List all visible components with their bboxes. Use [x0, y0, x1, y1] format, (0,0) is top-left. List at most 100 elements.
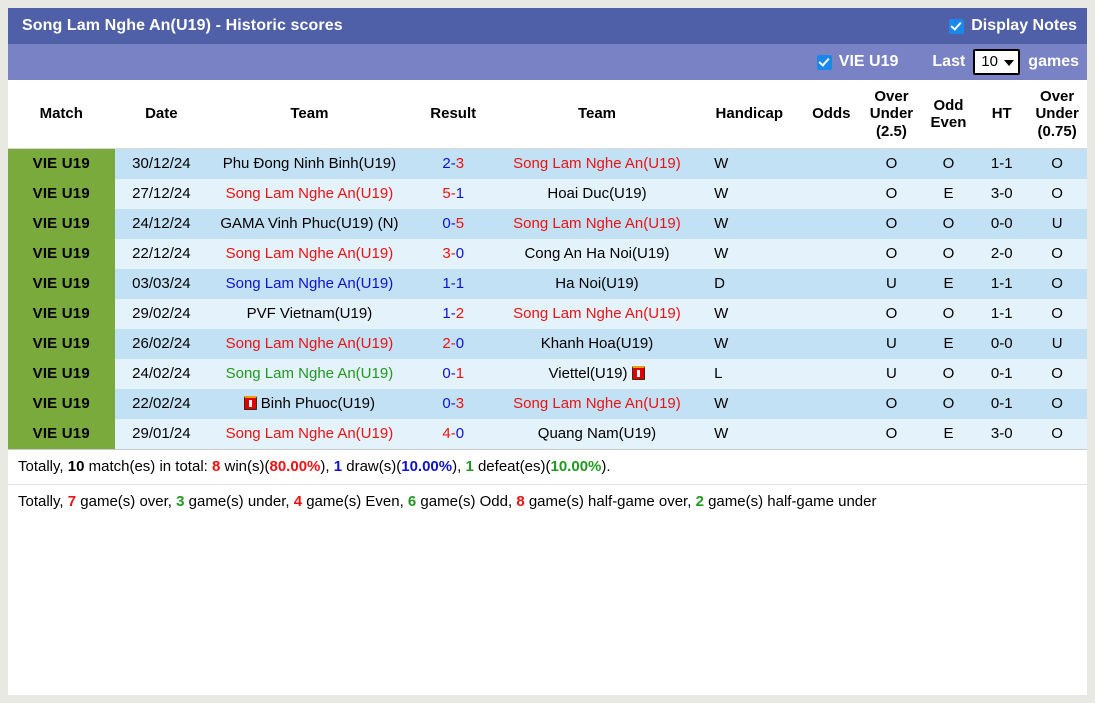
col-header-ht[interactable]: HT — [976, 80, 1028, 149]
summary-token: win(s)( — [220, 457, 270, 475]
result-score[interactable]: 3-0 — [410, 238, 496, 269]
away-team-cell[interactable]: Cong An Ha Noi(U19) — [495, 238, 699, 269]
title-bar: Song Lam Nghe An(U19) - Historic scores … — [8, 8, 1087, 44]
away-team-cell[interactable]: Khanh Hoa(U19) — [495, 328, 699, 359]
result-score[interactable]: 1-1 — [410, 268, 496, 299]
col-header-odds[interactable]: Odds — [800, 80, 863, 149]
match-league-badge[interactable]: VIE U19 — [8, 178, 115, 209]
odds-value — [800, 418, 863, 449]
away-team-cell[interactable]: Song Lam Nghe An(U19) — [495, 148, 699, 179]
summary-line-overunder: Totally, 7 game(s) over, 3 game(s) under… — [8, 483, 1087, 519]
checkbox-icon[interactable] — [816, 54, 832, 70]
match-date: 29/01/24 — [114, 418, 209, 449]
col-header-over-under-25[interactable]: Over Under (2.5) — [862, 80, 921, 149]
home-team-cell[interactable]: Song Lam Nghe An(U19) — [208, 358, 411, 389]
over-under-25-value: O — [862, 208, 921, 239]
match-league-badge[interactable]: VIE U19 — [8, 238, 115, 269]
home-team-cell[interactable]: PVF Vietnam(U19) — [208, 298, 411, 329]
col-header-result[interactable]: Result — [410, 80, 496, 149]
checkbox-icon[interactable] — [949, 18, 965, 34]
table-row[interactable]: VIE U19 29/02/24 PVF Vietnam(U19) 1-2 Song L… — [8, 298, 1087, 329]
away-team-cell[interactable]: Viettel(U19) — [495, 358, 699, 389]
home-team-cell[interactable]: Song Lam Nghe An(U19) — [208, 178, 411, 209]
result-score[interactable]: 1-2 — [410, 298, 496, 329]
home-team-cell[interactable]: Song Lam Nghe An(U19) — [208, 328, 411, 359]
team-name: Song Lam Nghe An(U19) — [225, 244, 394, 262]
table-row[interactable]: VIE U19 30/12/24 Phu Đong Ninh Binh(U19) 2-… — [8, 148, 1087, 179]
win-draw-loss: W — [698, 238, 801, 269]
home-team-cell[interactable]: GAMA Vinh Phuc(U19) (N) — [208, 208, 411, 239]
odds-value — [800, 208, 863, 239]
team-name: Song Lam Nghe An(U19) — [225, 424, 394, 442]
score-home: 1 — [442, 274, 451, 292]
table-row[interactable]: VIE U19 26/02/24 Song Lam Nghe An(U19) 2-0 K… — [8, 328, 1087, 359]
home-team-cell[interactable]: Song Lam Nghe An(U19) — [208, 268, 411, 299]
summary-token: ). — [601, 457, 611, 475]
table-row[interactable]: VIE U19 24/02/24 Song Lam Nghe An(U19) 0-1 V… — [8, 358, 1087, 389]
home-team-cell[interactable]: Song Lam Nghe An(U19) — [208, 238, 411, 269]
away-team-cell[interactable]: Song Lam Nghe An(U19) — [495, 208, 699, 239]
away-team-cell[interactable]: Quang Nam(U19) — [495, 418, 699, 449]
away-team-cell[interactable]: Hoai Duc(U19) — [495, 178, 699, 209]
result-score[interactable]: 0-5 — [410, 208, 496, 239]
match-league-badge[interactable]: VIE U19 — [8, 418, 115, 449]
result-score[interactable]: 5-1 — [410, 178, 496, 209]
summary-token: game(s) under, — [184, 492, 294, 510]
half-time-score: 3-0 — [976, 418, 1028, 449]
half-time-score: 3-0 — [976, 178, 1028, 209]
team-name: Song Lam Nghe An(U19) — [513, 214, 681, 232]
match-league-badge[interactable]: VIE U19 — [8, 328, 115, 359]
summary-token: ), — [452, 457, 466, 475]
team-name: Binh Phuoc(U19) — [260, 394, 376, 412]
table-row[interactable]: VIE U19 29/01/24 Song Lam Nghe An(U19) 4-0 Q… — [8, 418, 1087, 449]
match-league-badge[interactable]: VIE U19 — [8, 388, 115, 419]
table-row[interactable]: VIE U19 22/02/24 Binh Phuoc(U19) 0-3 Song La… — [8, 388, 1087, 419]
team-name: Ha Noi(U19) — [555, 274, 639, 292]
col-header-odd-even[interactable]: Odd Even — [920, 80, 977, 149]
historic-scores-panel: Song Lam Nghe An(U19) - Historic scores … — [8, 8, 1087, 695]
home-team-cell[interactable]: Binh Phuoc(U19) — [208, 388, 411, 419]
home-team-cell[interactable]: Song Lam Nghe An(U19) — [208, 418, 411, 449]
over-under-075-value: O — [1027, 388, 1087, 419]
match-league-badge[interactable]: VIE U19 — [8, 148, 115, 179]
page-title: Song Lam Nghe An(U19) - Historic scores — [22, 17, 343, 34]
result-score[interactable]: 2-3 — [410, 148, 496, 179]
result-score[interactable]: 4-0 — [410, 418, 496, 449]
table-row[interactable]: VIE U19 24/12/24 GAMA Vinh Phuc(U19) (N) 0-… — [8, 208, 1087, 239]
col-header-match[interactable]: Match — [8, 80, 115, 149]
over-under-075-value: O — [1027, 238, 1087, 269]
table-row[interactable]: VIE U19 22/12/24 Song Lam Nghe An(U19) 3-0 C… — [8, 238, 1087, 269]
col-header-team-home[interactable]: Team — [208, 80, 411, 149]
match-date: 29/02/24 — [114, 298, 209, 329]
home-team-cell[interactable]: Phu Đong Ninh Binh(U19) — [208, 148, 411, 179]
match-league-badge[interactable]: VIE U19 — [8, 298, 115, 329]
match-league-badge[interactable]: VIE U19 — [8, 208, 115, 239]
result-score[interactable]: 0-3 — [410, 388, 496, 419]
score-home: 2 — [442, 154, 451, 172]
result-score[interactable]: 0-1 — [410, 358, 496, 389]
away-team-cell[interactable]: Song Lam Nghe An(U19) — [495, 298, 699, 329]
match-league-badge[interactable]: VIE U19 — [8, 358, 115, 389]
result-score[interactable]: 2-0 — [410, 328, 496, 359]
team-name: Song Lam Nghe An(U19) — [225, 334, 394, 352]
col-header-date[interactable]: Date — [114, 80, 209, 149]
odds-value — [800, 238, 863, 269]
col-header-over-under-075[interactable]: Over Under (0.75) — [1027, 80, 1087, 149]
league-filter-toggle[interactable]: VIE U19 — [816, 53, 898, 71]
red-card-icon — [632, 365, 646, 380]
match-league-badge[interactable]: VIE U19 — [8, 268, 115, 299]
away-team-cell[interactable]: Song Lam Nghe An(U19) — [495, 388, 699, 419]
last-count-select-wrap[interactable]: 561015203050 — [973, 49, 1021, 75]
col-header-handicap[interactable]: Handicap — [698, 80, 801, 149]
over-under-075-value: O — [1027, 358, 1087, 389]
last-count-select[interactable]: 561015203050 — [973, 49, 1021, 75]
historic-scores-table: Match Date Team Result Team Handicap Odd… — [8, 80, 1087, 449]
table-row[interactable]: VIE U19 03/03/24 Song Lam Nghe An(U19) 1-1 H… — [8, 268, 1087, 299]
display-notes-toggle[interactable]: Display Notes — [949, 17, 1077, 35]
col-header-team-away[interactable]: Team — [495, 80, 699, 149]
oddeven-line2: Even — [930, 113, 967, 131]
filter-bar: VIE U19 Last 561015203050 games — [8, 44, 1087, 80]
summary-token: game(s) Even, — [302, 492, 408, 510]
away-team-cell[interactable]: Ha Noi(U19) — [495, 268, 699, 299]
table-row[interactable]: VIE U19 27/12/24 Song Lam Nghe An(U19) 5-1 H… — [8, 178, 1087, 209]
